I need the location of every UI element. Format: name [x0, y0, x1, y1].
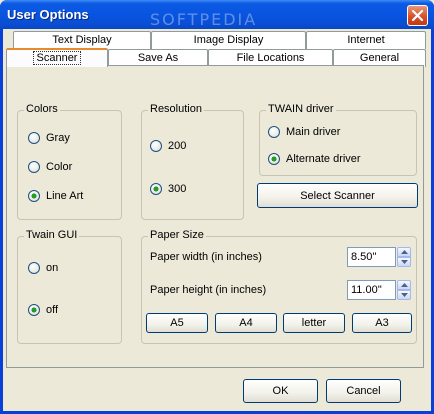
spin-up-button[interactable] [397, 280, 411, 290]
arrow-down-icon [401, 260, 408, 264]
radio-color[interactable]: Color [28, 160, 72, 174]
preset-a3-button[interactable]: A3 [352, 313, 412, 333]
tab-label: Text Display [52, 34, 112, 46]
dialog-client-area: Text Display Image Display Internet Scan… [3, 29, 431, 411]
colors-group-title: Colors [24, 103, 60, 115]
twain-gui-group: Twain GUI on off [17, 229, 122, 344]
twain-driver-group: TWAIN driver Main driver Alternate drive… [259, 103, 417, 176]
radio-indicator[interactable] [28, 132, 40, 144]
tab-label: General [359, 52, 400, 64]
tab-image-display[interactable]: Image Display [151, 31, 306, 49]
radio-indicator-checked[interactable] [28, 304, 40, 316]
select-scanner-button[interactable]: Select Scanner [257, 183, 418, 208]
radio-label: 300 [168, 183, 187, 195]
title-bar[interactable]: User Options SOFTPEDIA [0, 0, 434, 29]
colors-group: Colors Gray Color Line Art [17, 103, 122, 220]
radio-label: Main driver [286, 126, 341, 138]
radio-label: Line Art [46, 190, 84, 202]
preset-a5-button[interactable]: A5 [146, 313, 208, 333]
close-button[interactable] [407, 5, 428, 26]
radio-indicator[interactable] [28, 262, 40, 274]
radio-label: Gray [46, 132, 70, 144]
preset-letter-button[interactable]: letter [283, 313, 345, 333]
twain-gui-group-title: Twain GUI [24, 229, 80, 241]
paper-size-group: Paper Size Paper width (in inches) 8.50'… [141, 229, 417, 344]
spin-down-button[interactable] [397, 257, 411, 267]
arrow-down-icon [401, 293, 408, 297]
radio-alternate-driver[interactable]: Alternate driver [268, 152, 361, 166]
tab-text-display[interactable]: Text Display [13, 31, 151, 49]
close-icon [411, 9, 424, 22]
radio-indicator-checked[interactable] [268, 153, 280, 165]
tab-label: Internet [347, 34, 385, 46]
paper-width-label: Paper width (in inches) [150, 251, 262, 263]
arrow-up-icon [401, 250, 408, 254]
tab-label: File Locations [236, 52, 305, 64]
radio-indicator[interactable] [28, 161, 40, 173]
tab-label: Save As [137, 52, 179, 64]
paper-height-input[interactable]: 11.00'' [347, 280, 396, 300]
radio-line-art[interactable]: Line Art [28, 189, 83, 203]
radio-indicator-checked[interactable] [150, 183, 162, 195]
watermark: SOFTPEDIA [150, 10, 258, 29]
resolution-group: Resolution 200 300 [141, 103, 244, 220]
tab-scanner[interactable]: Scanner [6, 48, 108, 67]
radio-300[interactable]: 300 [150, 182, 186, 196]
radio-gui-on[interactable]: on [28, 261, 58, 275]
arrow-up-icon [401, 283, 408, 287]
window-title: User Options [7, 7, 89, 22]
spin-down-button[interactable] [397, 290, 411, 300]
radio-gray[interactable]: Gray [28, 131, 70, 145]
scanner-tab-panel: Colors Gray Color Line Art Resolution 20… [6, 65, 424, 368]
radio-200[interactable]: 200 [150, 139, 186, 153]
resolution-group-title: Resolution [148, 103, 204, 115]
radio-label: 200 [168, 140, 187, 152]
paper-width-spinner[interactable] [397, 247, 411, 267]
radio-indicator[interactable] [268, 126, 280, 138]
radio-main-driver[interactable]: Main driver [268, 125, 340, 139]
tab-internet[interactable]: Internet [306, 31, 426, 49]
radio-label: Color [46, 161, 73, 173]
radio-label: on [46, 262, 59, 274]
paper-width-input[interactable]: 8.50'' [347, 247, 396, 267]
radio-gui-off[interactable]: off [28, 303, 58, 317]
paper-height-label: Paper height (in inches) [150, 284, 267, 296]
ok-button[interactable]: OK [243, 379, 318, 403]
spin-up-button[interactable] [397, 247, 411, 257]
tab-label: Scanner [32, 51, 82, 65]
twain-driver-group-title: TWAIN driver [266, 103, 336, 115]
radio-label: Alternate driver [286, 153, 361, 165]
cancel-button[interactable]: Cancel [326, 379, 401, 403]
paper-size-group-title: Paper Size [148, 229, 206, 241]
radio-label: off [46, 304, 59, 316]
tab-label: Image Display [193, 34, 264, 46]
user-options-window: User Options SOFTPEDIA Text Display Imag… [0, 0, 434, 414]
preset-a4-button[interactable]: A4 [215, 313, 277, 333]
radio-indicator-checked[interactable] [28, 190, 40, 202]
paper-height-spinner[interactable] [397, 280, 411, 300]
radio-indicator[interactable] [150, 140, 162, 152]
